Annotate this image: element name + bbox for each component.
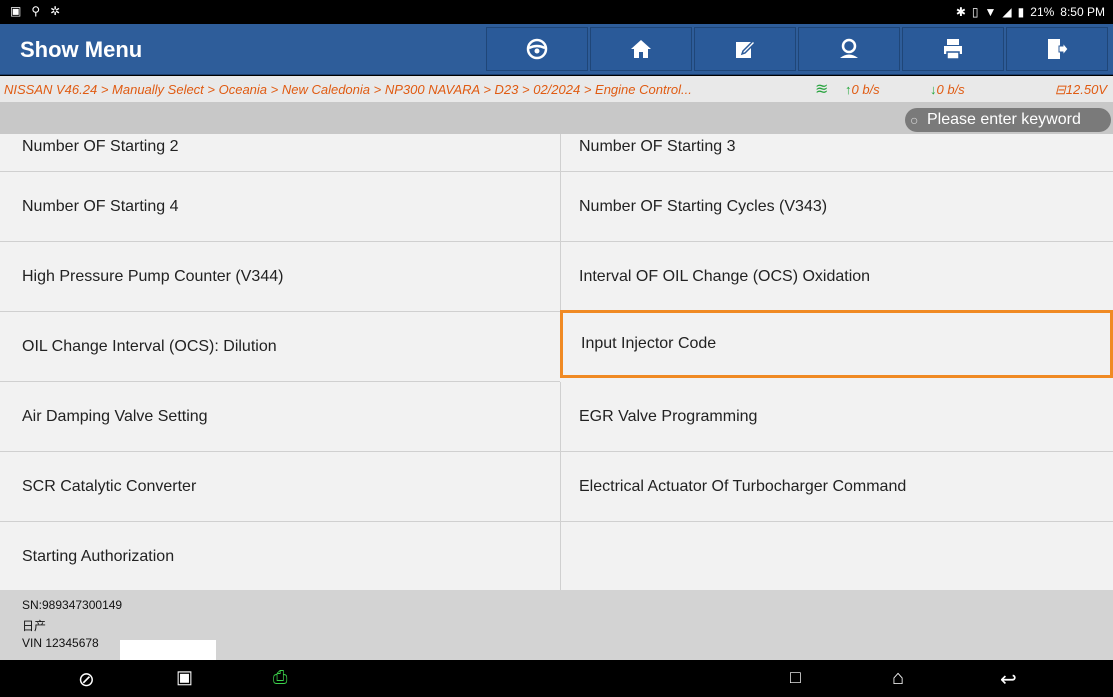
download-rate: ↓0 b/s xyxy=(930,82,965,97)
bluetooth-icon: ✱ xyxy=(955,5,966,19)
search-strip: ○ Please enter keyword xyxy=(0,102,1113,134)
breadcrumb-path: NISSAN V46.24 > Manually Select > Oceani… xyxy=(4,82,692,97)
vehicle-brand: 日产 xyxy=(22,619,47,633)
clock: 8:50 PM xyxy=(1060,5,1105,19)
voltage-value: 12.50V xyxy=(1065,82,1107,97)
menu-item-turbocharger-actuator[interactable]: Electrical Actuator Of Turbocharger Comm… xyxy=(560,452,1113,522)
remote-support-button[interactable] xyxy=(798,27,900,71)
menu-item-number-of-starting-cycles[interactable]: Number OF Starting Cycles (V343) xyxy=(560,172,1113,242)
vehicle-info-footer: SN:989347300149 日产 VIN 12345678 xyxy=(0,590,1113,660)
wifi-icon: ≋ xyxy=(815,81,829,98)
page-title: Show Menu xyxy=(20,37,143,62)
upload-rate: ↑0 b/s xyxy=(845,82,880,97)
menu-item-number-of-starting-3[interactable]: Number OF Starting 3 xyxy=(560,134,1113,172)
notification-image-icon: ▣ xyxy=(10,4,22,18)
steering-wheel-button[interactable] xyxy=(486,27,588,71)
serial-number: SN:989347300149 xyxy=(22,598,123,612)
back-icon[interactable]: ↩ xyxy=(1000,667,1017,692)
vci-icon[interactable]: ⎙ xyxy=(273,667,287,688)
menu-item-high-pressure-pump-counter[interactable]: High Pressure Pump Counter (V344) xyxy=(0,242,560,312)
menu-item-egr-valve-programming[interactable]: EGR Valve Programming xyxy=(560,382,1113,452)
function-menu-grid: Number OF Starting 2 Number OF Starting … xyxy=(0,134,1113,590)
menu-item-label: Air Damping Valve Setting xyxy=(22,407,208,425)
menu-item-air-damping-valve-setting[interactable]: Air Damping Valve Setting xyxy=(0,382,560,452)
menu-item-label: Number OF Starting Cycles (V343) xyxy=(579,197,828,215)
menu-item-label: SCR Catalytic Converter xyxy=(22,477,197,495)
menu-item-label: Number OF Starting 2 xyxy=(22,137,179,155)
menu-item-label: Number OF Starting 4 xyxy=(22,197,179,215)
wifi-signal-icon: ▼ xyxy=(984,5,997,19)
vibrate-icon: ▯ xyxy=(971,5,979,19)
user-support-icon xyxy=(840,38,858,58)
gallery-icon[interactable]: ▣ xyxy=(176,667,193,688)
menu-item-oil-change-dilution[interactable]: OIL Change Interval (OCS): Dilution xyxy=(0,312,560,382)
toolbar xyxy=(486,27,1108,71)
search-icon: ○ xyxy=(910,112,919,128)
menu-item-empty xyxy=(560,522,1113,590)
menu-item-number-of-starting-2[interactable]: Number OF Starting 2 xyxy=(0,134,560,172)
menu-item-label: Input Injector Code xyxy=(581,335,717,352)
edit-report-button[interactable] xyxy=(694,27,796,71)
home-icon xyxy=(631,40,651,58)
app-header: Show Menu xyxy=(0,24,1113,75)
print-button[interactable] xyxy=(902,27,1004,71)
menu-item-number-of-starting-4[interactable]: Number OF Starting 4 xyxy=(0,172,560,242)
menu-item-label: Electrical Actuator Of Turbocharger Comm… xyxy=(579,477,907,495)
menu-item-oil-change-oxidation[interactable]: Interval OF OIL Change (OCS) Oxidation xyxy=(560,242,1113,312)
steering-wheel-icon xyxy=(526,38,548,60)
home-nav-icon[interactable]: ⌂ xyxy=(892,667,904,690)
menu-item-label: EGR Valve Programming xyxy=(579,407,758,425)
edit-icon xyxy=(736,39,757,58)
menu-item-starting-authorization[interactable]: Starting Authorization xyxy=(0,522,560,590)
bug-icon: ✲ xyxy=(50,4,61,18)
recent-apps-icon[interactable]: □ xyxy=(790,667,801,688)
usb-debug-icon: ⚲ xyxy=(31,4,41,18)
android-status-bar: ▣ ⚲ ✲ ✱ ▯ ▼ ◢ ▮ 21% 8:50 PM xyxy=(0,0,1113,24)
car-battery-icon: ⊟ xyxy=(1054,82,1066,97)
browser-icon[interactable]: ⊘ xyxy=(78,667,95,692)
exit-icon xyxy=(1048,39,1069,59)
search-input[interactable]: ○ Please enter keyword xyxy=(905,108,1111,132)
android-nav-bar: ⊘ ▣ ⎙ □ ⌂ ↩ xyxy=(0,660,1113,697)
upload-rate-value: 0 b/s xyxy=(851,82,880,97)
battery-icon: ▮ xyxy=(1017,5,1025,19)
battery-percent: 21% xyxy=(1030,5,1055,19)
breadcrumb: NISSAN V46.24 > Manually Select > Oceani… xyxy=(0,76,1113,102)
menu-item-label: Interval OF OIL Change (OCS) Oxidation xyxy=(579,267,871,285)
menu-item-label: OIL Change Interval (OCS): Dilution xyxy=(22,337,277,355)
vin-redaction xyxy=(120,640,216,660)
battery-voltage: ⊟12.50V xyxy=(1055,82,1107,98)
menu-item-input-injector-code[interactable]: Input Injector Code xyxy=(560,310,1113,378)
search-placeholder: Please enter keyword xyxy=(927,111,1081,128)
menu-item-label: High Pressure Pump Counter (V344) xyxy=(22,267,284,285)
menu-item-label: Number OF Starting 3 xyxy=(579,137,736,155)
cell-signal-icon: ◢ xyxy=(1002,5,1012,19)
vin-number: VIN 12345678 xyxy=(22,636,99,650)
exit-button[interactable] xyxy=(1006,27,1108,71)
menu-item-scr-catalytic-converter[interactable]: SCR Catalytic Converter xyxy=(0,452,560,522)
menu-item-label: Starting Authorization xyxy=(22,548,175,565)
home-button[interactable] xyxy=(590,27,692,71)
printer-icon xyxy=(944,39,962,60)
download-rate-value: 0 b/s xyxy=(936,82,965,97)
